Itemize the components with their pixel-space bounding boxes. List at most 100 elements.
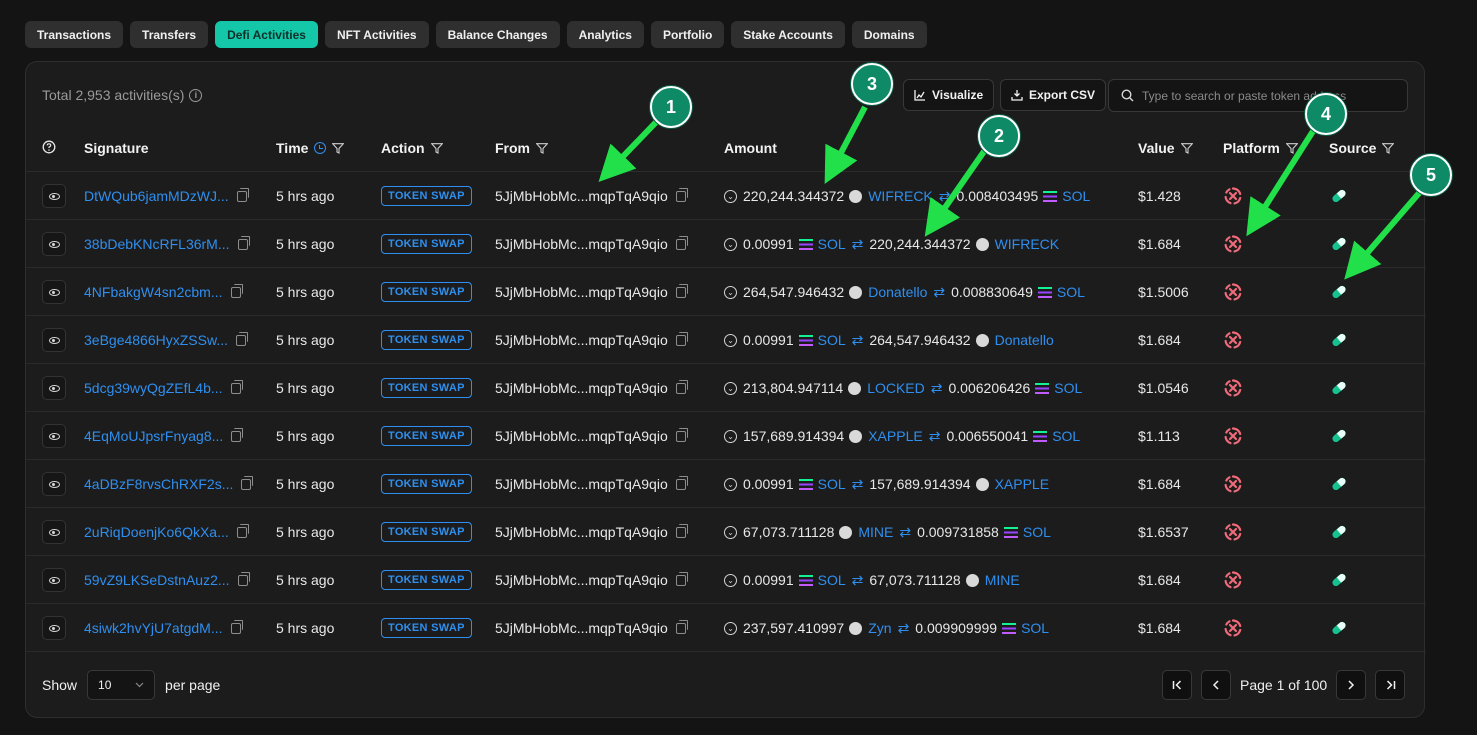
token-search[interactable] bbox=[1108, 79, 1408, 112]
copy-icon[interactable] bbox=[675, 523, 688, 538]
from-address[interactable]: 5JjMbHobMc...mqpTqA9qio bbox=[495, 524, 668, 540]
token-out-link[interactable]: SOL bbox=[1054, 380, 1082, 396]
view-details-button[interactable] bbox=[42, 568, 66, 592]
copy-icon[interactable] bbox=[231, 427, 244, 442]
filter-icon[interactable] bbox=[1382, 142, 1395, 154]
platform-icon[interactable] bbox=[1223, 460, 1243, 508]
copy-icon[interactable] bbox=[237, 571, 250, 586]
tab-stake-accounts[interactable]: Stake Accounts bbox=[731, 21, 845, 48]
copy-icon[interactable] bbox=[675, 235, 688, 250]
source-pill-icon[interactable] bbox=[1329, 172, 1349, 220]
source-pill-icon[interactable] bbox=[1329, 604, 1349, 652]
from-address[interactable]: 5JjMbHobMc...mqpTqA9qio bbox=[495, 332, 668, 348]
expand-chevron-icon[interactable]: ⌄ bbox=[724, 621, 737, 635]
from-address[interactable]: 5JjMbHobMc...mqpTqA9qio bbox=[495, 236, 668, 252]
copy-icon[interactable] bbox=[230, 619, 243, 634]
signature-link[interactable]: 4siwk2hvYjU7atgdM... bbox=[84, 620, 223, 636]
token-out-link[interactable]: XAPPLE bbox=[995, 476, 1049, 492]
copy-icon[interactable] bbox=[675, 331, 688, 346]
expand-chevron-icon[interactable]: ⌄ bbox=[724, 573, 737, 587]
prev-page-button[interactable] bbox=[1201, 670, 1231, 700]
token-in-link[interactable]: Zyn bbox=[868, 620, 891, 636]
source-pill-icon[interactable] bbox=[1329, 364, 1349, 412]
signature-link[interactable]: 5dcg39wyQgZEfL4b... bbox=[84, 380, 223, 396]
expand-chevron-icon[interactable]: ⌄ bbox=[724, 285, 737, 299]
expand-chevron-icon[interactable]: ⌄ bbox=[724, 189, 737, 203]
token-in-link[interactable]: SOL bbox=[818, 236, 846, 252]
token-out-link[interactable]: SOL bbox=[1023, 524, 1051, 540]
copy-icon[interactable] bbox=[675, 283, 688, 298]
token-out-link[interactable]: SOL bbox=[1057, 284, 1085, 300]
copy-icon[interactable] bbox=[675, 187, 688, 202]
view-details-button[interactable] bbox=[42, 280, 66, 304]
source-pill-icon[interactable] bbox=[1329, 460, 1349, 508]
expand-chevron-icon[interactable]: ⌄ bbox=[724, 525, 737, 539]
tab-portfolio[interactable]: Portfolio bbox=[650, 21, 725, 48]
platform-icon[interactable] bbox=[1223, 172, 1243, 220]
token-in-link[interactable]: LOCKED bbox=[867, 380, 925, 396]
signature-link[interactable]: 4EqMoUJpsrFnyag8... bbox=[84, 428, 223, 444]
view-details-button[interactable] bbox=[42, 616, 66, 640]
source-pill-icon[interactable] bbox=[1329, 508, 1349, 556]
copy-icon[interactable] bbox=[230, 283, 243, 298]
view-details-button[interactable] bbox=[42, 328, 66, 352]
copy-icon[interactable] bbox=[241, 475, 254, 490]
token-out-link[interactable]: WIFRECK bbox=[995, 236, 1060, 252]
filter-icon[interactable] bbox=[536, 142, 548, 154]
expand-chevron-icon[interactable]: ⌄ bbox=[724, 477, 737, 491]
view-details-button[interactable] bbox=[42, 184, 66, 208]
filter-icon[interactable] bbox=[332, 142, 345, 154]
page-size-select[interactable]: 10 bbox=[87, 670, 156, 700]
visualize-button[interactable]: Visualize bbox=[903, 79, 995, 111]
platform-icon[interactable] bbox=[1223, 412, 1243, 460]
platform-icon[interactable] bbox=[1223, 316, 1243, 364]
copy-icon[interactable] bbox=[675, 379, 688, 394]
token-out-link[interactable]: SOL bbox=[1052, 428, 1080, 444]
view-details-button[interactable] bbox=[42, 376, 66, 400]
view-details-button[interactable] bbox=[42, 520, 66, 544]
from-address[interactable]: 5JjMbHobMc...mqpTqA9qio bbox=[495, 188, 668, 204]
from-address[interactable]: 5JjMbHobMc...mqpTqA9qio bbox=[495, 572, 668, 588]
from-address[interactable]: 5JjMbHobMc...mqpTqA9qio bbox=[495, 476, 668, 492]
expand-chevron-icon[interactable]: ⌄ bbox=[724, 237, 737, 251]
source-pill-icon[interactable] bbox=[1329, 220, 1349, 268]
signature-link[interactable]: DtWQub6jamMDzWJ... bbox=[84, 188, 229, 204]
tab-balance-changes[interactable]: Balance Changes bbox=[435, 21, 560, 48]
last-page-button[interactable] bbox=[1375, 670, 1406, 700]
token-out-link[interactable]: MINE bbox=[985, 572, 1020, 588]
platform-icon[interactable] bbox=[1223, 268, 1243, 316]
first-page-button[interactable] bbox=[1162, 670, 1192, 700]
from-address[interactable]: 5JjMbHobMc...mqpTqA9qio bbox=[495, 380, 668, 396]
clock-icon[interactable] bbox=[314, 142, 327, 154]
tab-analytics[interactable]: Analytics bbox=[566, 21, 644, 48]
from-address[interactable]: 5JjMbHobMc...mqpTqA9qio bbox=[495, 284, 668, 300]
help-icon[interactable] bbox=[42, 140, 56, 154]
token-in-link[interactable]: SOL bbox=[818, 476, 846, 492]
info-icon[interactable]: i bbox=[189, 88, 203, 102]
filter-icon[interactable] bbox=[1180, 142, 1193, 154]
expand-chevron-icon[interactable]: ⌄ bbox=[724, 333, 737, 347]
platform-icon[interactable] bbox=[1223, 508, 1243, 556]
tab-transfers[interactable]: Transfers bbox=[130, 21, 209, 48]
source-pill-icon[interactable] bbox=[1329, 316, 1349, 364]
token-in-link[interactable]: SOL bbox=[818, 332, 846, 348]
copy-icon[interactable] bbox=[236, 523, 249, 538]
copy-icon[interactable] bbox=[675, 427, 688, 442]
export-csv-button[interactable]: Export CSV bbox=[1000, 79, 1107, 111]
signature-link[interactable]: 4NFbakgW4sn2cbm... bbox=[84, 284, 223, 300]
copy-icon[interactable] bbox=[235, 331, 248, 346]
signature-link[interactable]: 3eBge4866HyxZSSw... bbox=[84, 332, 228, 348]
copy-icon[interactable] bbox=[236, 187, 249, 202]
next-page-button[interactable] bbox=[1336, 670, 1367, 700]
view-details-button[interactable] bbox=[42, 472, 66, 496]
token-out-link[interactable]: SOL bbox=[1021, 620, 1049, 636]
from-address[interactable]: 5JjMbHobMc...mqpTqA9qio bbox=[495, 620, 668, 636]
token-in-link[interactable]: XAPPLE bbox=[868, 428, 922, 444]
tab-nft-activities[interactable]: NFT Activities bbox=[324, 21, 429, 48]
copy-icon[interactable] bbox=[675, 619, 688, 634]
expand-chevron-icon[interactable]: ⌄ bbox=[724, 429, 737, 443]
tab-domains[interactable]: Domains bbox=[851, 21, 927, 48]
copy-icon[interactable] bbox=[675, 475, 688, 490]
token-in-link[interactable]: WIFRECK bbox=[868, 188, 933, 204]
token-in-link[interactable]: SOL bbox=[818, 572, 846, 588]
